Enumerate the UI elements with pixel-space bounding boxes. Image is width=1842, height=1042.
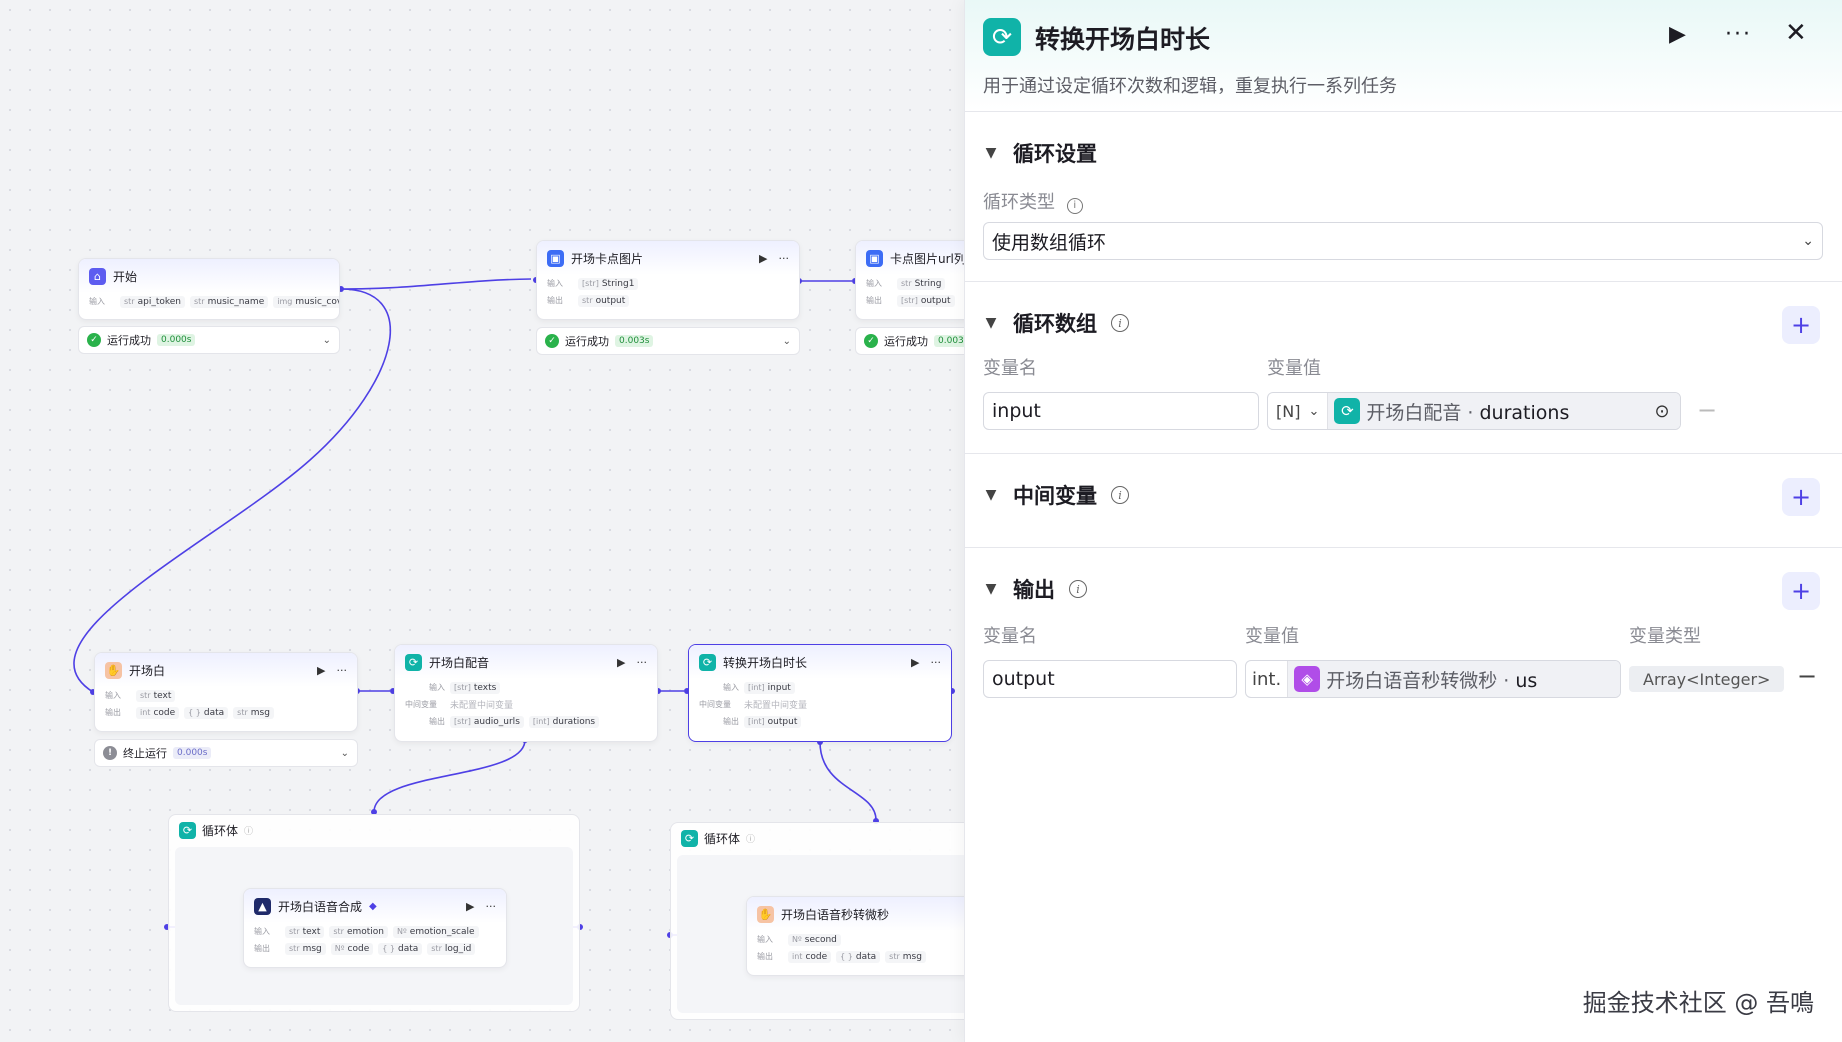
node-sec-to-us[interactable]: ✋ 开场白语音秒转微秒 输入 Nº second 输出 int code { } da… bbox=[746, 896, 964, 976]
close-icon[interactable]: ✕ bbox=[1785, 18, 1807, 48]
loop-icon: ⟳ bbox=[983, 18, 1021, 56]
section-output: ▼ 输出 i + 变量名 变量值 变量类型 output int. ◈ 开场白语… bbox=[965, 548, 1842, 708]
type-selector[interactable]: [N] ⌄ bbox=[1268, 393, 1329, 429]
node-kaichang-dub[interactable]: ⟳ 开场白配音 ▶ ··· 输入 [str] texts 中间变量 未配置中间变量… bbox=[394, 644, 658, 742]
variable-reference[interactable]: ◈ 开场白语音秒转微秒 · us bbox=[1288, 661, 1620, 697]
info-icon: ⓘ bbox=[244, 826, 254, 837]
start-node-icon: ⌂ bbox=[89, 267, 106, 285]
run-icon[interactable]: ▶ bbox=[1669, 22, 1686, 47]
node-kaichang-card[interactable]: ▣ 开场卡点图片 ▶ ··· 输入 [str] String1 输出 str out… bbox=[536, 240, 800, 320]
verified-icon: ◆ bbox=[369, 900, 377, 912]
start-run-status[interactable]: ✓ 运行成功 0.000s ⌄ bbox=[78, 326, 340, 354]
node-kaichangbai[interactable]: ✋ 开场白 ▶ ··· 输入 str text 输出 int code { } dat… bbox=[94, 652, 358, 732]
loop-array-value-field[interactable]: [N] ⌄ ⟳ 开场白配音 · durations ⊙ bbox=[1267, 392, 1681, 430]
node-start[interactable]: ⌂ 开始 输入 str api_token str music_name img mu… bbox=[78, 258, 340, 320]
remove-loop-array-button[interactable]: − bbox=[1697, 396, 1717, 424]
add-output-button[interactable]: + bbox=[1782, 572, 1820, 610]
more-icon[interactable]: ··· bbox=[637, 656, 648, 669]
workflow-canvas[interactable]: ⌂ 开始 输入 str api_token str music_name img mu… bbox=[0, 0, 964, 1042]
output-value-field[interactable]: int. ◈ 开场白语音秒转微秒 · us bbox=[1245, 660, 1621, 698]
check-icon: ✓ bbox=[864, 334, 878, 348]
plugin-icon: ▣ bbox=[866, 249, 883, 267]
output-type-badge: Array<Integer> bbox=[1629, 666, 1785, 692]
code-icon: ✋ bbox=[757, 905, 774, 923]
type-selector[interactable]: int. bbox=[1246, 661, 1289, 697]
loop-type-select[interactable]: 使用数组循环 ⌄ bbox=[983, 222, 1823, 260]
panel-title[interactable]: 转换开场白时长 bbox=[1035, 20, 1210, 56]
chevron-down-icon[interactable]: ▼ bbox=[983, 315, 999, 331]
run-icon[interactable]: ▶ bbox=[617, 656, 625, 669]
section-loop-array: ▼ 循环数组 i + 变量名 变量值 input [N] ⌄ ⟳ 开场白配音 ·… bbox=[965, 282, 1842, 454]
kaichangbai-status[interactable]: ! 终止运行 0.000s ⌄ bbox=[94, 739, 358, 767]
chevron-down-icon[interactable]: ⌄ bbox=[783, 336, 791, 347]
info-icon: i bbox=[1069, 580, 1087, 598]
chevron-down-icon: ⌄ bbox=[1308, 403, 1320, 419]
section-loop-settings: ▼ 循环设置 循环类型 i 使用数组循环 ⌄ bbox=[965, 112, 1842, 282]
loop-icon: ⟳ bbox=[405, 653, 422, 671]
more-icon[interactable]: ··· bbox=[337, 664, 348, 677]
loop-icon: ⟳ bbox=[179, 821, 196, 839]
info-icon: ⓘ bbox=[746, 834, 756, 845]
loop-array-name-input[interactable]: input bbox=[983, 392, 1259, 430]
section-intermediate-variables: ▼ 中间变量 i + bbox=[965, 454, 1842, 548]
add-intermediate-button[interactable]: + bbox=[1782, 478, 1820, 516]
node-card-url[interactable]: ▣ 卡点图片url列 输入 str String 输出 [str] output bbox=[855, 240, 964, 320]
tts-icon: ▲ bbox=[254, 897, 271, 915]
remove-output-button[interactable]: − bbox=[1797, 662, 1817, 690]
edge-dub-loop1 bbox=[373, 739, 526, 813]
chevron-down-icon[interactable]: ▼ bbox=[983, 581, 999, 597]
variable-picker-icon[interactable]: ⊙ bbox=[1644, 393, 1680, 429]
add-loop-array-button[interactable]: + bbox=[1782, 306, 1820, 344]
more-icon[interactable]: ··· bbox=[1725, 22, 1752, 47]
node-config-panel: ⟳ 转换开场白时长 用于通过设定循环次数和逻辑，重复执行一系列任务 ▶ ··· … bbox=[964, 0, 1842, 1042]
check-icon: ✓ bbox=[87, 333, 101, 347]
run-icon[interactable]: ▶ bbox=[466, 900, 474, 913]
chevron-down-icon[interactable]: ▼ bbox=[983, 487, 999, 503]
info-icon: i bbox=[1111, 486, 1129, 504]
chevron-down-icon[interactable]: ⌄ bbox=[323, 335, 331, 346]
run-icon[interactable]: ▶ bbox=[759, 252, 767, 265]
info-icon: i bbox=[1111, 314, 1129, 332]
loop-icon: ⟳ bbox=[699, 653, 716, 671]
node-tts[interactable]: ▲ 开场白语音合成 ◆ ▶ ··· 输入 str text str emotion … bbox=[243, 888, 507, 968]
warning-icon: ! bbox=[103, 746, 117, 760]
more-icon[interactable]: ··· bbox=[486, 900, 497, 913]
loop-icon: ⟳ bbox=[1334, 398, 1361, 424]
card-url-status[interactable]: ✓ 运行成功 0.003 bbox=[855, 327, 964, 355]
edge-start-kaichang bbox=[340, 278, 532, 290]
code-icon: ✋ bbox=[105, 661, 122, 679]
panel-description[interactable]: 用于通过设定循环次数和逻辑，重复执行一系列任务 bbox=[983, 72, 1397, 98]
variable-reference[interactable]: ⟳ 开场白配音 · durations bbox=[1328, 393, 1644, 429]
node-convert-duration[interactable]: ⟳ 转换开场白时长 ▶ ··· 输入 [int] input 中间变量 未配置中间… bbox=[688, 644, 952, 742]
more-icon[interactable]: ··· bbox=[931, 656, 942, 669]
chevron-down-icon: ⌄ bbox=[1802, 233, 1814, 249]
panel-header: ⟳ 转换开场白时长 用于通过设定循环次数和逻辑，重复执行一系列任务 ▶ ··· … bbox=[965, 0, 1842, 112]
more-icon[interactable]: ··· bbox=[779, 252, 790, 265]
chevron-down-icon[interactable]: ▼ bbox=[983, 145, 999, 161]
plugin-icon: ▣ bbox=[547, 249, 564, 267]
run-icon[interactable]: ▶ bbox=[911, 656, 919, 669]
edge-convert-loop2 bbox=[819, 741, 877, 821]
info-icon: i bbox=[1066, 198, 1083, 214]
chevron-down-icon[interactable]: ⌄ bbox=[341, 748, 349, 759]
kaichang-card-status[interactable]: ✓ 运行成功 0.003s ⌄ bbox=[536, 327, 800, 355]
run-icon[interactable]: ▶ bbox=[317, 664, 325, 677]
watermark: 掘金技术社区 @ 吾鳴 bbox=[1582, 989, 1814, 1017]
output-name-input[interactable]: output bbox=[983, 660, 1237, 698]
node-title: 开始 bbox=[113, 269, 138, 284]
check-icon: ✓ bbox=[545, 334, 559, 348]
loop-icon: ⟳ bbox=[681, 829, 698, 847]
cube-icon: ◈ bbox=[1294, 666, 1321, 692]
